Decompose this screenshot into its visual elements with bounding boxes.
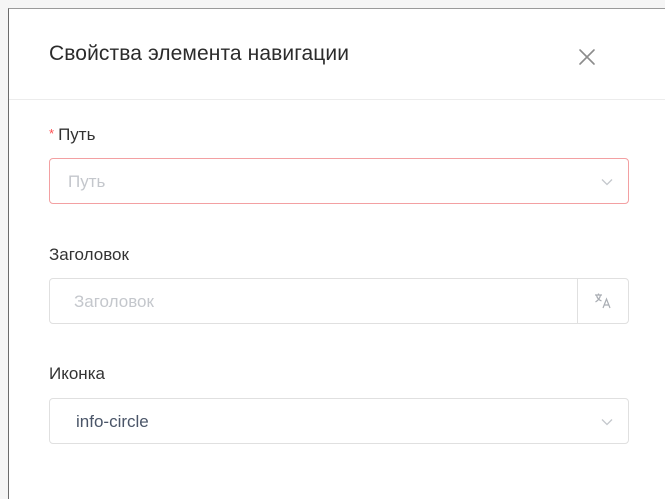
icon-select-value: info-circle [76,412,149,431]
translate-button[interactable] [577,279,628,323]
heading-label: Заголовок [49,245,129,264]
dialog-header: Свойства элемента навигации [9,9,665,100]
chevron-down-icon [601,179,613,186]
required-mark: * [49,126,55,141]
chevron-down-icon [601,419,613,426]
path-label-text: Путь [58,125,96,144]
icon-select[interactable]: info-circle [49,398,629,444]
icon-label: Иконка [49,364,105,383]
heading-input[interactable]: Заголовок [49,278,629,324]
path-placeholder: Путь [68,172,106,191]
navigation-item-properties-dialog: Свойства элемента навигации * Путь Путь З… [8,8,665,499]
close-icon [579,49,595,65]
close-button[interactable] [575,45,599,69]
translate-icon [595,293,611,309]
dialog-title: Свойства элемента навигации [49,42,350,65]
path-label: * Путь [49,125,95,145]
path-select[interactable]: Путь [49,158,629,204]
heading-placeholder: Заголовок [74,292,154,311]
